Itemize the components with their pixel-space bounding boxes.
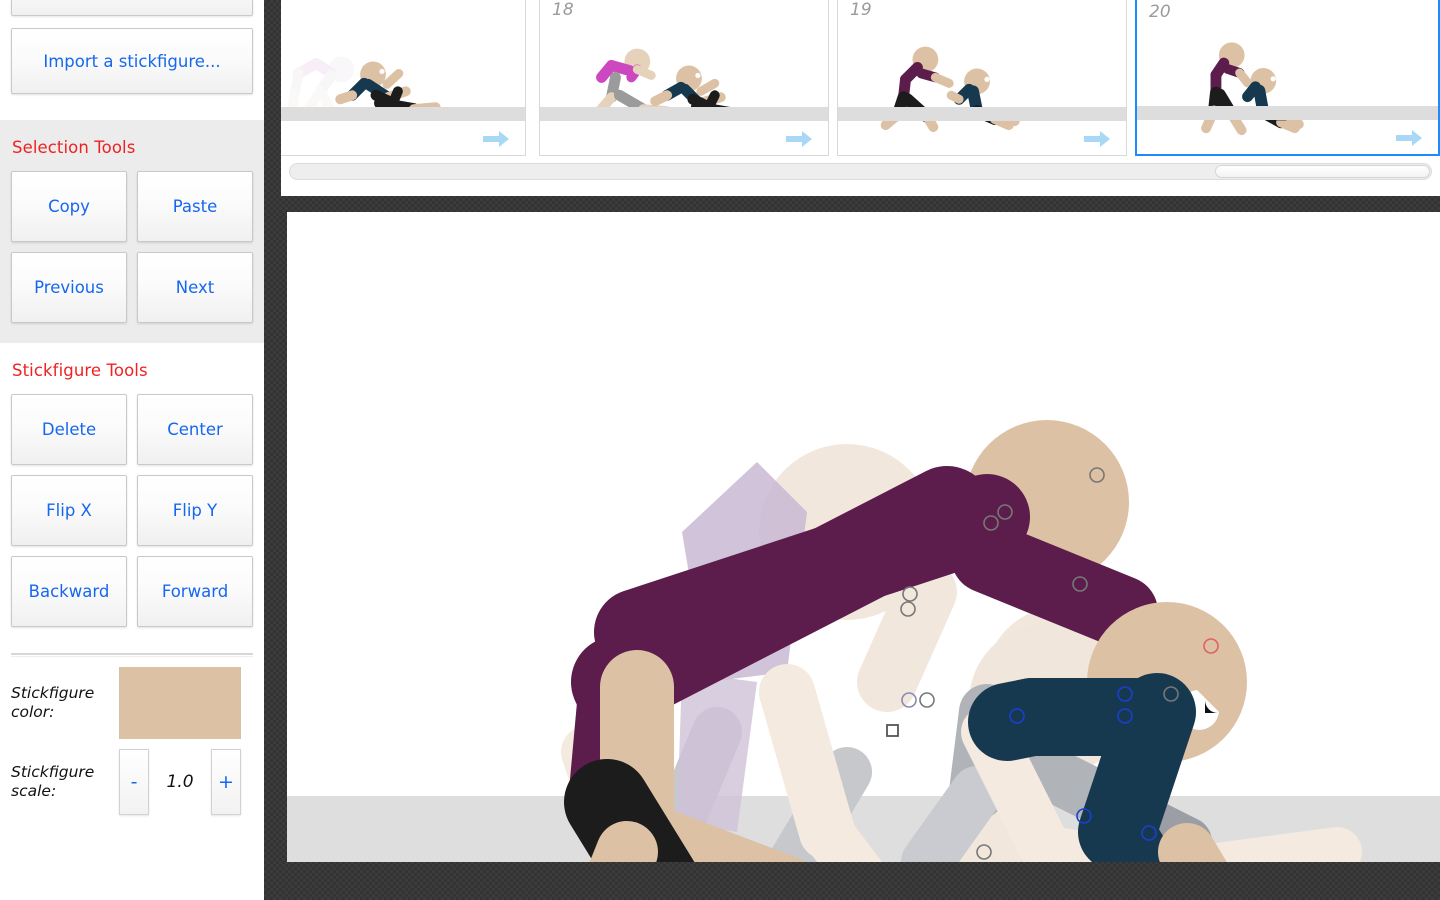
selection-tools-buttons: Copy Paste Previous Next <box>10 171 254 343</box>
timeline-horizontal-scrollbar[interactable] <box>289 163 1432 180</box>
delete-button[interactable]: Delete <box>11 394 127 465</box>
frame-strip: 18 19 20 <box>281 0 1440 164</box>
stickfigure-tools-panel: Stickfigure Tools Delete Center Flip X F… <box>0 343 264 815</box>
right-arrow-icon[interactable] <box>1394 128 1424 148</box>
copy-button[interactable]: Copy <box>11 171 127 242</box>
stickfigure-tools-heading: Stickfigure Tools <box>12 361 148 380</box>
right-arrow-icon[interactable] <box>481 129 511 149</box>
stickfigure-color-label: Stickfigure color: <box>11 684 119 723</box>
flip-y-button[interactable]: Flip Y <box>137 475 253 546</box>
import-stickfigure-button[interactable]: Import a stickfigure... <box>11 28 253 94</box>
forward-button[interactable]: Forward <box>137 556 253 627</box>
stickfigure-color-label-line2: color: <box>11 703 55 721</box>
center-button[interactable]: Center <box>137 394 253 465</box>
previous-button[interactable]: Previous <box>11 252 127 323</box>
frame-ground-line <box>838 107 1126 121</box>
frame-timeline: 18 19 20 <box>281 0 1440 196</box>
timeline-frame-18[interactable]: 18 <box>539 0 829 156</box>
stickfigure-scale-row: Stickfigure scale: - 1.0 + <box>11 739 253 815</box>
frame-ground-line <box>1137 106 1438 120</box>
partial-button-above[interactable] <box>11 0 253 16</box>
paste-button[interactable]: Paste <box>137 171 253 242</box>
right-arrow-icon[interactable] <box>1082 129 1112 149</box>
stickfigure-color-label-line1: Stickfigure <box>11 683 95 702</box>
right-arrow-icon[interactable] <box>784 129 814 149</box>
app-root: Import a stickfigure... Selection Tools … <box>0 0 1440 900</box>
scale-decrease-button[interactable]: - <box>119 749 149 815</box>
timeline-frame-19[interactable]: 19 <box>837 0 1127 156</box>
stickfigure-color-swatch[interactable] <box>119 667 241 739</box>
stickfigure-scale-stepper: - 1.0 + <box>119 749 241 815</box>
frame-thumbnail <box>1201 42 1304 136</box>
selection-tools-heading: Selection Tools <box>12 138 136 157</box>
next-button[interactable]: Next <box>137 252 253 323</box>
frame-ground-line <box>281 107 525 121</box>
frame-ground-line <box>540 107 828 121</box>
stickfigure-color-row: Stickfigure color: <box>11 657 253 739</box>
timeline-frame-17[interactable] <box>281 0 526 156</box>
scale-increase-button[interactable]: + <box>211 749 241 815</box>
stickfigure-scale-label-line1: Stickfigure <box>11 762 95 781</box>
selection-tools-panel: Selection Tools Copy Paste Previous Next <box>0 120 264 343</box>
scrollbar-thumb[interactable] <box>1215 165 1430 178</box>
timeline-frame-20[interactable]: 20 <box>1135 0 1440 156</box>
flip-x-button[interactable]: Flip X <box>11 475 127 546</box>
left-toolbar-sidebar: Import a stickfigure... Selection Tools … <box>0 0 264 900</box>
stickfigure-scale-label-line2: scale: <box>11 782 57 800</box>
animation-canvas[interactable] <box>287 212 1440 862</box>
import-panel: Import a stickfigure... <box>0 28 264 120</box>
stickfigure-scale-label: Stickfigure scale: <box>11 763 119 802</box>
scale-value: 1.0 <box>166 772 194 792</box>
stickfigure-tools-buttons: Delete Center Flip X Flip Y Backward For… <box>10 394 254 647</box>
stickfigure-stage[interactable] <box>287 212 1440 862</box>
selection-handle <box>886 724 899 737</box>
backward-button[interactable]: Backward <box>11 556 127 627</box>
